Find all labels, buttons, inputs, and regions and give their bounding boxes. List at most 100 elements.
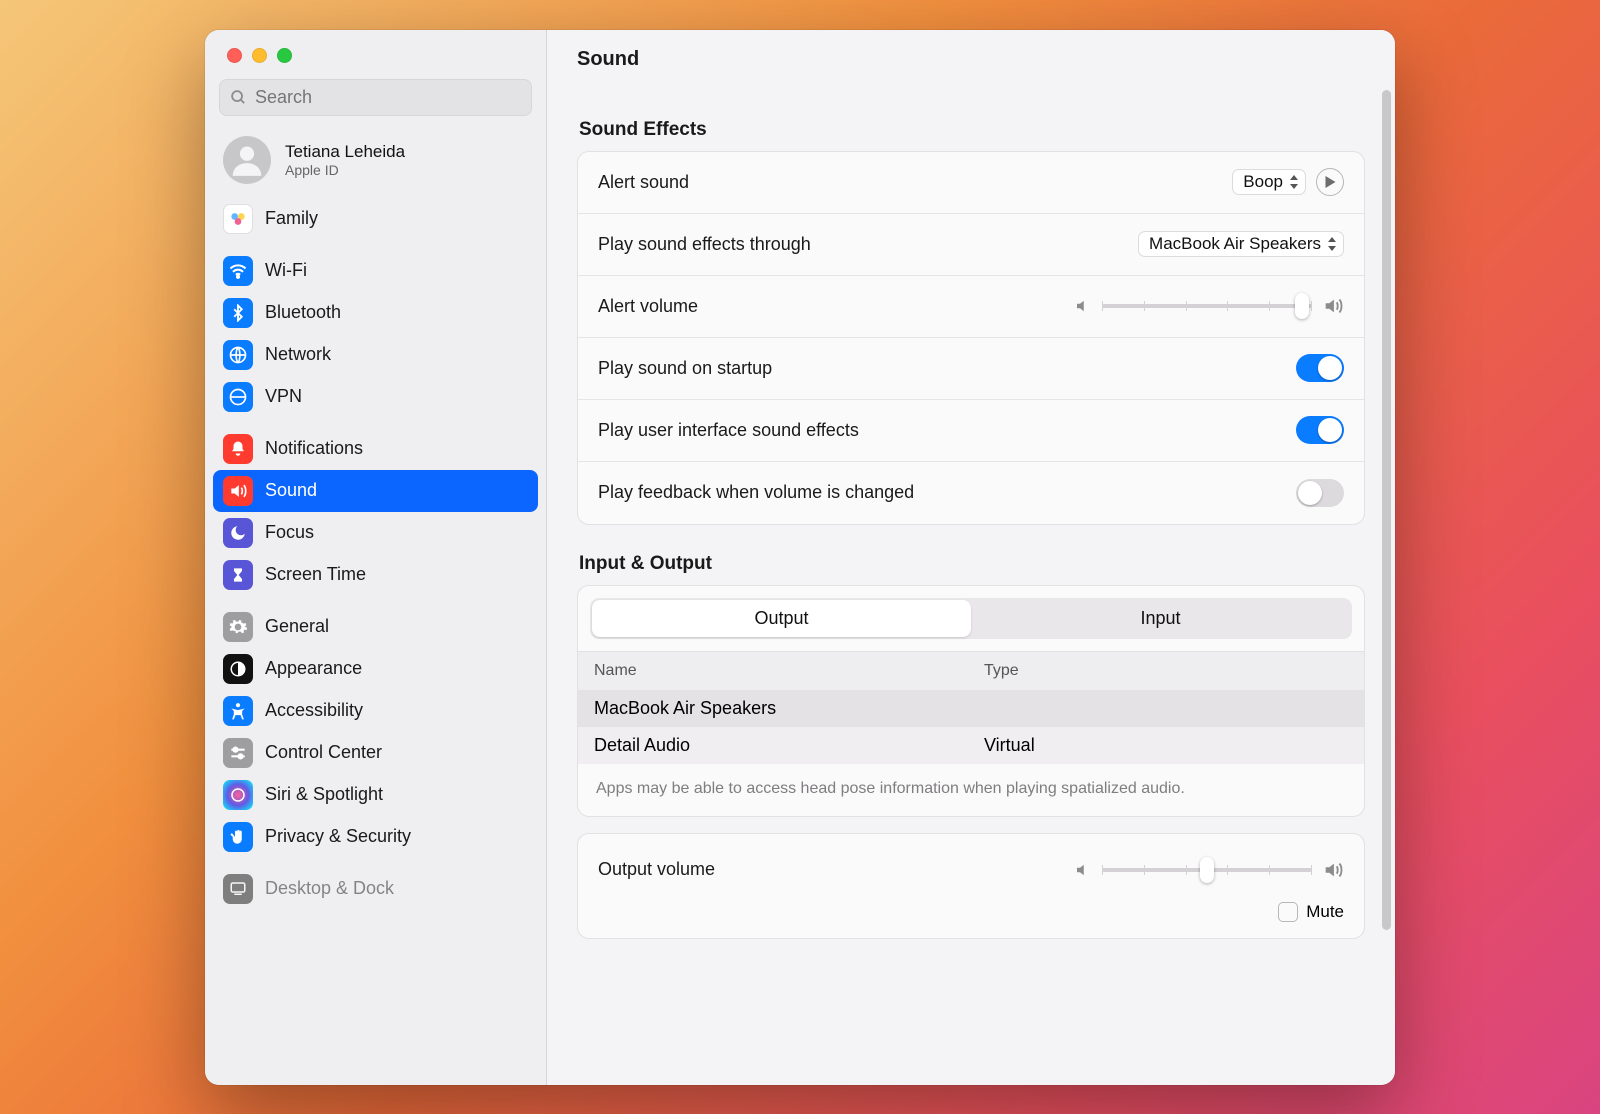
tab-output[interactable]: Output: [592, 600, 971, 637]
main-panel: Sound Sound Effects Alert sound Boop: [547, 30, 1395, 1085]
zoom-button[interactable]: [277, 48, 292, 63]
chevron-updown-icon: [1289, 175, 1299, 189]
close-button[interactable]: [227, 48, 242, 63]
col-type: Type: [984, 662, 1348, 680]
sidebar-item-label: VPN: [265, 386, 302, 407]
scrollbar[interactable]: [1382, 90, 1391, 930]
sidebar-item-accessibility[interactable]: Accessibility: [213, 690, 538, 732]
dock-icon: [223, 874, 253, 904]
sidebar-item-siri[interactable]: Siri & Spotlight: [213, 774, 538, 816]
appearance-icon: [223, 654, 253, 684]
sidebar-item-vpn[interactable]: VPN: [213, 376, 538, 418]
spatial-audio-note: Apps may be able to access head pose inf…: [578, 764, 1364, 816]
play-through-label: Play sound effects through: [598, 234, 811, 255]
sidebar-item-label: Family: [265, 208, 318, 229]
hand-icon: [223, 822, 253, 852]
ui-sounds-toggle[interactable]: [1296, 416, 1344, 444]
device-type: [984, 698, 1348, 719]
play-through-value: MacBook Air Speakers: [1149, 234, 1321, 254]
volume-low-icon: [1074, 861, 1092, 879]
tab-input[interactable]: Input: [971, 600, 1350, 637]
wifi-icon: [223, 256, 253, 286]
family-icon: [223, 204, 253, 234]
sidebar-item-privacy[interactable]: Privacy & Security: [213, 816, 538, 858]
chevron-updown-icon: [1327, 237, 1337, 251]
sidebar-item-label: Accessibility: [265, 700, 363, 721]
sidebar-item-label: Notifications: [265, 438, 363, 459]
sidebar-item-label: Control Center: [265, 742, 382, 763]
window-controls: [205, 30, 546, 79]
minimize-button[interactable]: [252, 48, 267, 63]
sidebar-item-label: Focus: [265, 522, 314, 543]
sidebar-item-label: Appearance: [265, 658, 362, 679]
moon-icon: [223, 518, 253, 548]
play-through-select[interactable]: MacBook Air Speakers: [1138, 231, 1344, 257]
sidebar-item-bluetooth[interactable]: Bluetooth: [213, 292, 538, 334]
sidebar-item-general[interactable]: General: [213, 606, 538, 648]
output-volume-panel: Output volume Mute: [577, 833, 1365, 939]
sidebar-item-label: Desktop & Dock: [265, 878, 394, 899]
mute-label: Mute: [1306, 902, 1344, 922]
io-panel: Output Input Name Type MacBook Air Speak…: [577, 585, 1365, 817]
sound-icon: [223, 476, 253, 506]
section-sound-effects: Sound Effects: [579, 119, 1363, 141]
table-row[interactable]: MacBook Air Speakers: [578, 690, 1364, 727]
sidebar-item-network[interactable]: Network: [213, 334, 538, 376]
alert-volume-slider[interactable]: [1074, 295, 1344, 317]
output-volume-slider[interactable]: [1074, 859, 1344, 881]
system-settings-window: Tetiana Leheida Apple ID Family Wi-Fi Bl…: [205, 30, 1395, 1085]
avatar-icon: [223, 136, 271, 184]
alert-sound-value: Boop: [1243, 172, 1283, 192]
device-type: Virtual: [984, 735, 1348, 756]
sidebar-item-control-center[interactable]: Control Center: [213, 732, 538, 774]
feedback-label: Play feedback when volume is changed: [598, 482, 914, 503]
gear-icon: [223, 612, 253, 642]
sidebar-item-screen-time[interactable]: Screen Time: [213, 554, 538, 596]
search-field[interactable]: [219, 79, 532, 116]
io-segmented-control: Output Input: [590, 598, 1352, 639]
sidebar-item-sound[interactable]: Sound: [213, 470, 538, 512]
table-row[interactable]: Detail Audio Virtual: [578, 727, 1364, 764]
device-name: MacBook Air Speakers: [594, 698, 984, 719]
output-volume-label: Output volume: [598, 859, 715, 880]
sidebar-item-label: Wi-Fi: [265, 260, 307, 281]
volume-high-icon: [1322, 295, 1344, 317]
sidebar-item-label: Siri & Spotlight: [265, 784, 383, 805]
sliders-icon: [223, 738, 253, 768]
sidebar-item-label: Bluetooth: [265, 302, 341, 323]
section-io: Input & Output: [579, 553, 1363, 575]
alert-sound-label: Alert sound: [598, 172, 689, 193]
col-name: Name: [594, 662, 984, 680]
sidebar-item-label: General: [265, 616, 329, 637]
sidebar-item-account[interactable]: Tetiana Leheida Apple ID: [205, 126, 546, 198]
feedback-toggle[interactable]: [1296, 479, 1344, 507]
sidebar-item-label: Sound: [265, 480, 317, 501]
hourglass-icon: [223, 560, 253, 590]
search-icon: [230, 89, 247, 106]
volume-low-icon: [1074, 297, 1092, 315]
sidebar-item-desktop-dock[interactable]: Desktop & Dock: [213, 868, 538, 910]
sidebar-item-focus[interactable]: Focus: [213, 512, 538, 554]
volume-high-icon: [1322, 859, 1344, 881]
sidebar: Tetiana Leheida Apple ID Family Wi-Fi Bl…: [205, 30, 547, 1085]
play-alert-button[interactable]: [1316, 168, 1344, 196]
sidebar-item-label: Screen Time: [265, 564, 366, 585]
sidebar-item-label: Network: [265, 344, 331, 365]
sidebar-item-appearance[interactable]: Appearance: [213, 648, 538, 690]
page-title: Sound: [547, 30, 1395, 91]
sidebar-item-family[interactable]: Family: [213, 198, 538, 240]
sidebar-item-label: Privacy & Security: [265, 826, 411, 847]
bell-icon: [223, 434, 253, 464]
vpn-icon: [223, 382, 253, 412]
startup-sound-toggle[interactable]: [1296, 354, 1344, 382]
mute-checkbox[interactable]: [1278, 902, 1298, 922]
alert-sound-select[interactable]: Boop: [1232, 169, 1306, 195]
device-name: Detail Audio: [594, 735, 984, 756]
sound-effects-panel: Alert sound Boop Play sound effects thro…: [577, 151, 1365, 525]
network-icon: [223, 340, 253, 370]
search-input[interactable]: [255, 87, 521, 108]
sidebar-item-wifi[interactable]: Wi-Fi: [213, 250, 538, 292]
sidebar-item-notifications[interactable]: Notifications: [213, 428, 538, 470]
ui-sounds-label: Play user interface sound effects: [598, 420, 859, 441]
account-sub: Apple ID: [285, 162, 405, 178]
